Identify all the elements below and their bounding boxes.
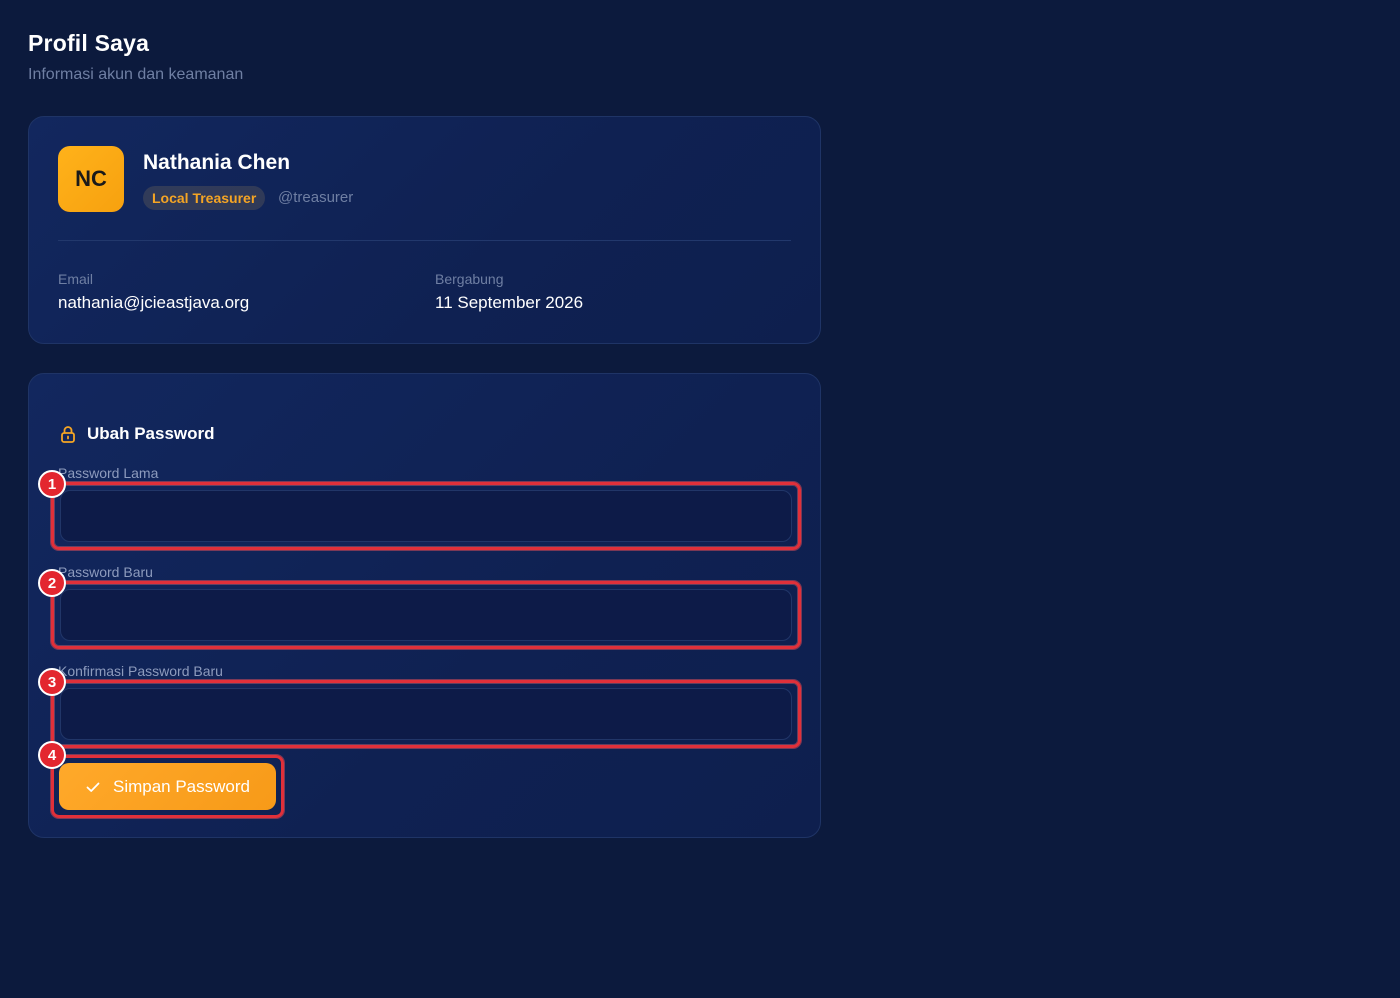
- marker-4: 4: [38, 741, 66, 769]
- save-password-button[interactable]: Simpan Password: [59, 763, 276, 810]
- confirm-password-input[interactable]: [60, 688, 792, 740]
- confirm-password-highlight: [51, 680, 801, 748]
- username: @treasurer: [278, 189, 354, 206]
- joined-label: Bergabung: [435, 271, 504, 287]
- old-password-highlight: [51, 482, 801, 550]
- page-subtitle: Informasi akun dan keamanan: [28, 66, 244, 83]
- new-password-input[interactable]: [60, 589, 792, 641]
- profile-card: NC Nathania Chen Local Treasurer @treasu…: [28, 116, 821, 344]
- change-password-header: Ubah Password: [59, 424, 215, 444]
- confirm-password-label: Konfirmasi Password Baru: [58, 663, 223, 679]
- role-badge: Local Treasurer: [143, 186, 266, 210]
- check-icon: [85, 779, 101, 795]
- divider: [58, 240, 791, 241]
- page-title: Profil Saya: [28, 30, 150, 56]
- profile-name: Nathania Chen: [143, 151, 291, 174]
- email-value: nathania@jcieastjava.org: [58, 293, 250, 312]
- change-password-card: Ubah Password Password Lama Password Bar…: [28, 373, 821, 838]
- lock-icon: [59, 425, 77, 443]
- save-password-highlight: Simpan Password: [51, 755, 284, 818]
- marker-1: 1: [38, 470, 66, 498]
- new-password-highlight: [51, 581, 801, 649]
- email-label: Email: [58, 271, 94, 287]
- marker-3: 3: [38, 668, 66, 696]
- save-password-label: Simpan Password: [112, 776, 250, 796]
- new-password-label: Password Baru: [58, 564, 153, 580]
- avatar-initials: NC: [75, 166, 107, 191]
- joined-value: 11 September 2026: [435, 293, 584, 312]
- change-password-title: Ubah Password: [87, 424, 215, 443]
- old-password-label: Password Lama: [58, 465, 159, 481]
- profile-page: Profil Saya Informasi akun dan keamanan …: [0, 0, 1400, 998]
- avatar: NC: [58, 146, 124, 212]
- old-password-input[interactable]: [60, 490, 792, 542]
- marker-2: 2: [38, 569, 66, 597]
